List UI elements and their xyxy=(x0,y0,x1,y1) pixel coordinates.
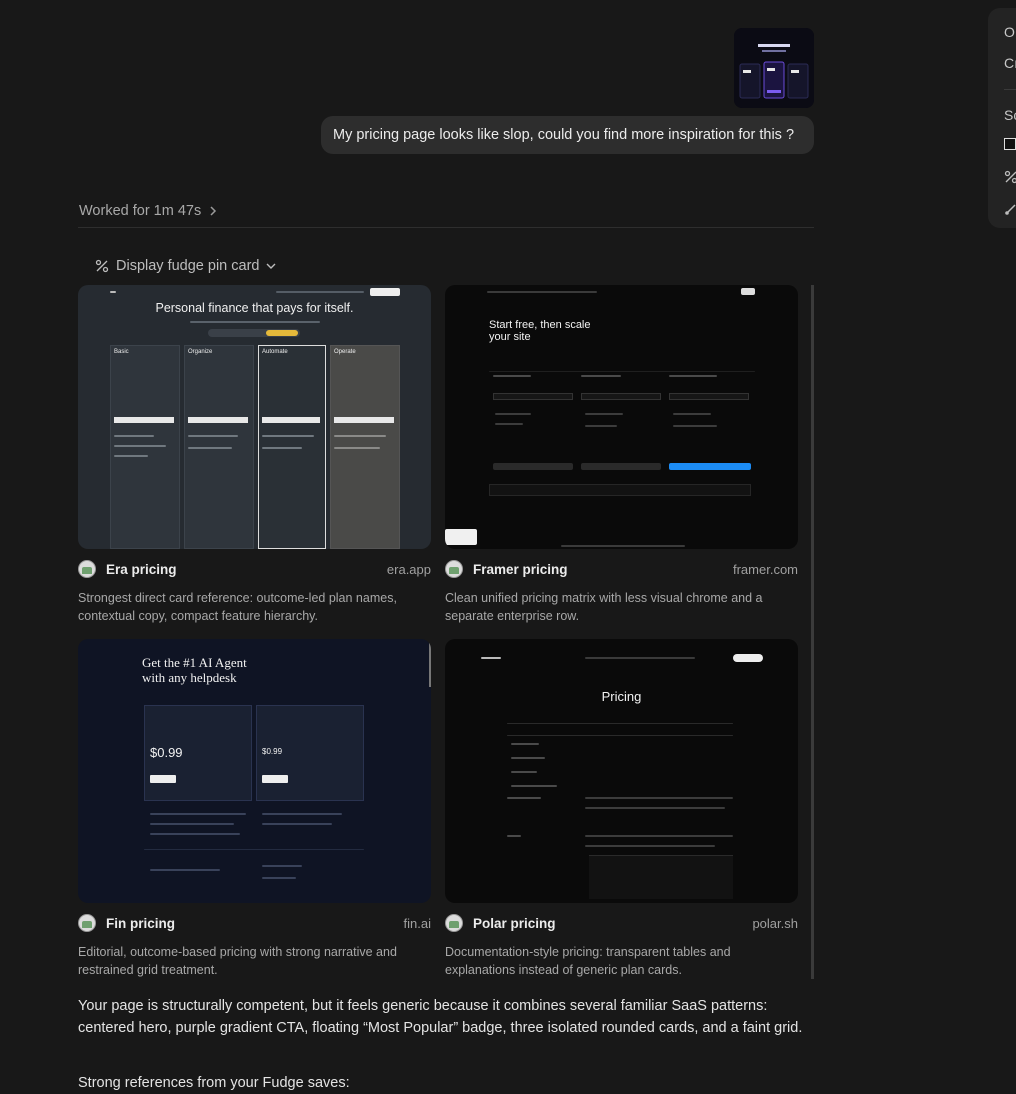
worked-duration-toggle[interactable]: Worked for 1m 47s xyxy=(79,203,217,219)
framer-card-meta[interactable]: Framer pricing framer.com xyxy=(445,558,798,580)
era-headline: Personal finance that pays for itself. xyxy=(78,301,431,315)
era-plan-automate: Automate xyxy=(262,349,288,355)
fin-card-meta[interactable]: Fin pricing fin.ai xyxy=(78,912,431,934)
brush-icon[interactable] xyxy=(1004,202,1016,216)
era-plan-operate: Operate xyxy=(334,349,356,355)
pricing-page-preview-image xyxy=(734,28,814,108)
tool-icon xyxy=(95,259,109,273)
card-description: Editorial, outcome-based pricing with st… xyxy=(78,944,431,979)
user-message-text: My pricing page looks like slop, could y… xyxy=(333,127,794,143)
framer-pricing-screenshot[interactable]: Start free, then scale your site xyxy=(445,285,798,549)
site-favicon-icon xyxy=(445,914,463,932)
card-description: Clean unified pricing matrix with less v… xyxy=(445,590,798,625)
gallery-scrollbar[interactable] xyxy=(811,285,814,979)
site-favicon-icon xyxy=(78,914,96,932)
divider xyxy=(78,227,814,228)
era-plan-basic: Basic xyxy=(114,349,129,355)
framer-headline: Start free, then scale your site xyxy=(489,319,599,343)
era-pricing-screenshot[interactable]: Personal finance that pays for itself. B… xyxy=(78,285,431,549)
fin-pricing-screenshot[interactable]: Get the #1 AI Agent with any helpdesk $0… xyxy=(78,639,431,903)
pin-card-gallery: Personal finance that pays for itself. B… xyxy=(78,285,814,979)
side-panel-item[interactable]: O xyxy=(1004,24,1015,40)
side-panel-item[interactable]: Sc xyxy=(1004,107,1016,123)
card-description: Documentation-style pricing: transparent… xyxy=(445,944,798,979)
card-title: Fin pricing xyxy=(106,916,404,931)
user-message-bubble: My pricing page looks like slop, could y… xyxy=(321,116,814,154)
polar-headline: Pricing xyxy=(445,689,798,704)
era-plan-organize: Organize xyxy=(188,349,212,355)
card-title: Framer pricing xyxy=(473,562,733,577)
site-favicon-icon xyxy=(78,560,96,578)
response-paragraph: Strong references from your Fudge saves: xyxy=(78,1072,814,1094)
tool-icon[interactable] xyxy=(1004,170,1016,184)
chevron-down-icon xyxy=(266,262,276,270)
chevron-right-icon xyxy=(209,206,217,216)
site-favicon-icon xyxy=(445,560,463,578)
card-description: Strongest direct card reference: outcome… xyxy=(78,590,431,625)
response-paragraph: Your page is structurally competent, but… xyxy=(78,995,814,1039)
card-title: Polar pricing xyxy=(473,916,752,931)
side-panel-item[interactable]: Cı xyxy=(1004,55,1016,71)
worked-label: Worked for 1m 47s xyxy=(79,203,201,219)
divider xyxy=(1004,89,1016,90)
fin-price-2: $0.99 xyxy=(262,747,282,756)
polar-pricing-screenshot[interactable]: Pricing xyxy=(445,639,798,903)
card-domain: era.app xyxy=(387,562,431,577)
tool-call-label: Display fudge pin card xyxy=(116,258,259,274)
fin-headline: Get the #1 AI Agent with any helpdesk xyxy=(142,655,272,685)
polar-card-meta[interactable]: Polar pricing polar.sh xyxy=(445,912,798,934)
card-domain: fin.ai xyxy=(404,916,431,931)
tool-call-toggle[interactable]: Display fudge pin card xyxy=(95,258,276,274)
card-title: Era pricing xyxy=(106,562,387,577)
era-card-meta[interactable]: Era pricing era.app xyxy=(78,558,431,580)
swatch-icon[interactable] xyxy=(1004,138,1016,150)
card-domain: polar.sh xyxy=(752,916,798,931)
fin-price-1: $0.99 xyxy=(150,745,183,760)
card-domain: framer.com xyxy=(733,562,798,577)
side-panel: O Cı Sc xyxy=(988,8,1016,228)
user-attachment-thumbnail[interactable] xyxy=(734,28,814,108)
